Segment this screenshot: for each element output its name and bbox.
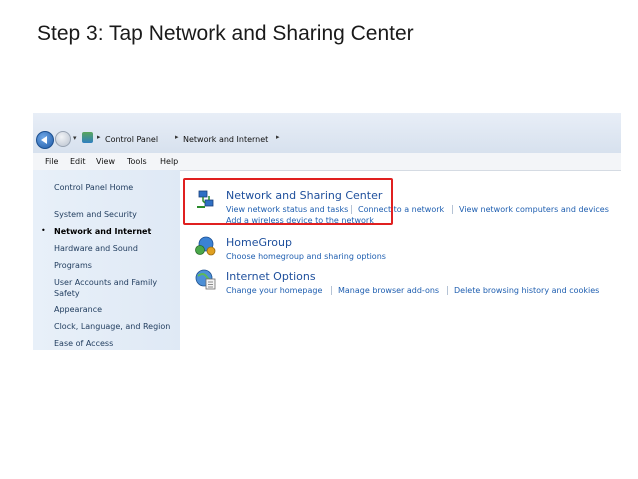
- forward-button[interactable]: [55, 131, 71, 147]
- menu-help[interactable]: Help: [160, 157, 178, 166]
- nav-user-accounts-safety[interactable]: Safety: [54, 289, 80, 298]
- recent-pages-dropdown-icon[interactable]: ▾: [73, 134, 77, 142]
- nav-control-panel-home[interactable]: Control Panel Home: [54, 183, 133, 192]
- link-divider: [447, 286, 448, 295]
- nav-ease-of-access[interactable]: Ease of Access: [54, 339, 113, 348]
- nav-clock-language-region[interactable]: Clock, Language, and Region: [54, 322, 170, 331]
- nav-user-accounts[interactable]: User Accounts and Family: [54, 278, 157, 287]
- breadcrumb-network-and-internet[interactable]: Network and Internet: [183, 135, 268, 144]
- control-panel-icon: [82, 132, 93, 143]
- menu-file[interactable]: File: [45, 157, 58, 166]
- address-bar: ▾ ▸ Control Panel ▸ Network and Internet…: [33, 113, 621, 153]
- chevron-right-icon[interactable]: ▸: [276, 133, 280, 141]
- nav-network-and-internet[interactable]: Network and Internet: [54, 227, 151, 236]
- nav-system-and-security[interactable]: System and Security: [54, 210, 137, 219]
- delete-browsing-history-link[interactable]: Delete browsing history and cookies: [454, 286, 599, 295]
- choose-homegroup-options-link[interactable]: Choose homegroup and sharing options: [226, 252, 386, 261]
- view-network-computers-link[interactable]: View network computers and devices: [459, 205, 609, 214]
- left-navigation: Control Panel Home System and Security •…: [33, 170, 180, 350]
- slide-title: Step 3: Tap Network and Sharing Center: [37, 22, 414, 45]
- chevron-right-icon[interactable]: ▸: [97, 133, 101, 141]
- red-highlight-box: [183, 178, 393, 225]
- nav-programs[interactable]: Programs: [54, 261, 92, 270]
- back-button[interactable]: [36, 131, 54, 149]
- breadcrumb-control-panel[interactable]: Control Panel: [105, 135, 158, 144]
- internet-options-link[interactable]: Internet Options: [226, 270, 316, 283]
- active-bullet-icon: •: [41, 226, 46, 235]
- menu-view[interactable]: View: [96, 157, 115, 166]
- nav-appearance[interactable]: Appearance: [54, 305, 102, 314]
- chevron-right-icon[interactable]: ▸: [175, 133, 179, 141]
- change-homepage-link[interactable]: Change your homepage: [226, 286, 322, 295]
- internet-options-icon: [195, 269, 216, 290]
- link-divider: [452, 205, 453, 214]
- nav-hardware-and-sound[interactable]: Hardware and Sound: [54, 244, 138, 253]
- menu-edit[interactable]: Edit: [70, 157, 86, 166]
- menu-tools[interactable]: Tools: [127, 157, 147, 166]
- menu-bar: File Edit View Tools Help: [33, 153, 621, 171]
- link-divider: [331, 286, 332, 295]
- control-panel-window: ▾ ▸ Control Panel ▸ Network and Internet…: [33, 113, 621, 350]
- homegroup-icon: [195, 236, 216, 256]
- manage-add-ons-link[interactable]: Manage browser add-ons: [338, 286, 439, 295]
- homegroup-link[interactable]: HomeGroup: [226, 236, 292, 249]
